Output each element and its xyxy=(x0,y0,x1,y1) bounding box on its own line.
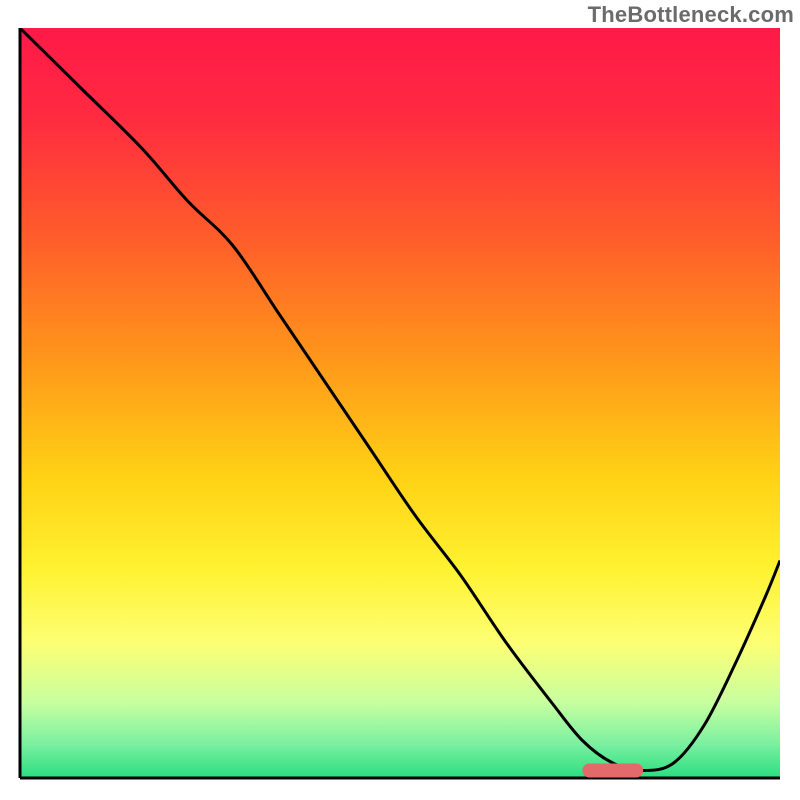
bottleneck-chart: TheBottleneck.com xyxy=(0,0,800,800)
watermark-text: TheBottleneck.com xyxy=(588,2,794,28)
optimal-range-marker xyxy=(582,764,643,778)
plot-svg xyxy=(0,0,800,800)
